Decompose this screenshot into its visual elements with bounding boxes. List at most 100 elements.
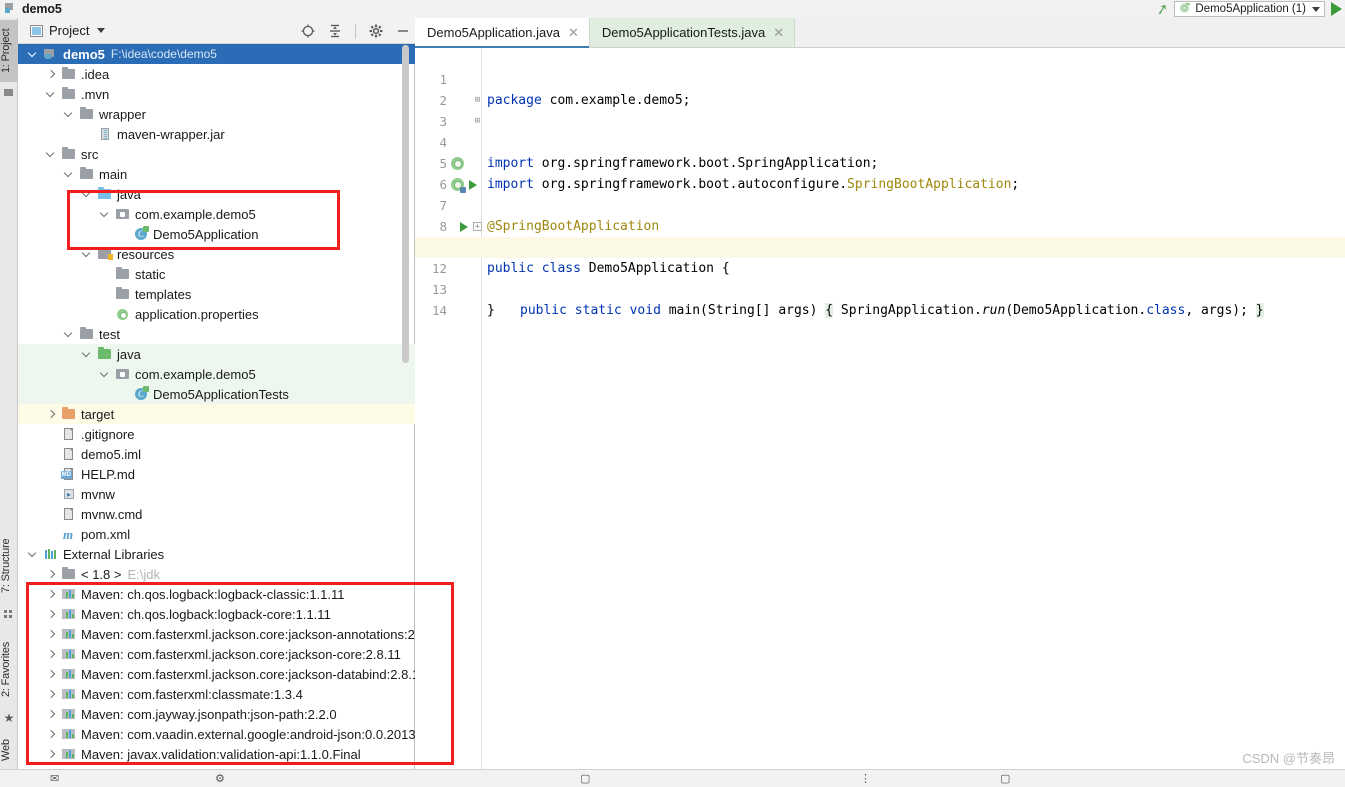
fold-minus-icon[interactable]: ⊞ (473, 96, 482, 105)
tree-row-label: wrapper (99, 106, 146, 122)
tree-row[interactable]: demo5 F:\idea\code\demo5 (18, 44, 415, 64)
code-text: public static void main(String[] args) {… (520, 303, 1264, 318)
chevron-down-icon[interactable] (28, 549, 39, 560)
spring-bean-icon[interactable] (451, 157, 464, 170)
tree-row-label: Maven: javax.validation:validation-api:1… (81, 746, 361, 762)
tree-row[interactable]: Maven: com.fasterxml.jackson.core:jackso… (18, 664, 415, 684)
tree-row[interactable]: demo5.iml (18, 444, 415, 464)
tree-row[interactable]: .gitignore (18, 424, 415, 444)
chevron-right-icon[interactable] (46, 69, 57, 80)
tree-row[interactable]: com.example.demo5 (18, 204, 415, 224)
tree-row[interactable]: < 1.8 > E:\jdk (18, 564, 415, 584)
settings-gear-icon[interactable] (368, 23, 384, 39)
spring-boot-gutter-icon[interactable] (451, 178, 466, 193)
editor-tab-strip: Demo5Application.java ✕ Demo5Application… (415, 18, 1345, 48)
spring-boot-icon (1178, 1, 1191, 17)
project-tree-scrollbar[interactable] (402, 45, 409, 363)
sidebar-item-structure[interactable]: 7: Structure (0, 528, 18, 604)
sidebar-item-favorites[interactable]: 2: Favorites (0, 630, 18, 708)
chevron-down-icon[interactable] (28, 49, 39, 60)
tree-row[interactable]: MD HELP.md (18, 464, 415, 484)
chevron-down-icon[interactable] (100, 369, 111, 380)
chevron-right-icon[interactable] (46, 589, 57, 600)
chevron-down-icon[interactable] (46, 149, 57, 160)
run-configuration-selector[interactable]: Demo5Application (1) (1174, 1, 1325, 17)
spring-properties-icon (115, 306, 131, 322)
sidebar-item-web[interactable]: Web (0, 732, 18, 768)
tree-row[interactable]: Maven: javax.validation:validation-api:1… (18, 744, 415, 764)
tree-row[interactable]: main (18, 164, 415, 184)
tree-row-label: Maven: ch.qos.logback:logback-core:1.1.1… (81, 606, 331, 622)
tree-row[interactable]: Maven: com.fasterxml.jackson.core:jackso… (18, 624, 415, 644)
tree-row[interactable]: application.properties (18, 304, 415, 324)
tree-row[interactable]: .mvn (18, 84, 415, 104)
tab-demo5applicationtests-java[interactable]: Demo5ApplicationTests.java ✕ (589, 18, 796, 47)
collapse-all-icon[interactable] (327, 23, 343, 39)
chevron-down-icon[interactable] (97, 28, 106, 33)
tree-row[interactable]: resources (18, 244, 415, 264)
chevron-right-icon[interactable] (46, 409, 57, 420)
tree-row[interactable]: mvnw.cmd (18, 504, 415, 524)
tree-row[interactable]: Maven: com.fasterxml.jackson.core:jackso… (18, 644, 415, 664)
chevron-down-icon[interactable] (82, 249, 93, 260)
fold-plus-icon[interactable]: + (473, 222, 482, 232)
tree-row[interactable]: .idea (18, 64, 415, 84)
chevron-right-icon[interactable] (46, 669, 57, 680)
close-icon[interactable]: ✕ (773, 25, 784, 41)
tree-row[interactable]: static (18, 264, 415, 284)
chevron-down-icon[interactable] (82, 349, 93, 360)
chevron-right-icon[interactable] (46, 749, 57, 760)
code-line: 7 public class Demo5Application { (415, 174, 1345, 276)
tree-row-label: .mvn (81, 86, 110, 102)
tree-row-jdk-path: E:\jdk (127, 566, 160, 582)
chevron-right-icon[interactable] (46, 729, 57, 740)
maven-library-icon (61, 726, 77, 742)
chevron-right-icon[interactable] (46, 629, 57, 640)
fold-minus-icon[interactable]: ⊞ (473, 117, 482, 126)
project-tree[interactable]: demo5 F:\idea\code\demo5 .idea .mvn wrapper m… (18, 44, 415, 769)
chevron-right-icon[interactable] (46, 609, 57, 620)
tree-row[interactable]: Maven: com.fasterxml:classmate:1.3.4 (18, 684, 415, 704)
run-play-icon[interactable] (1331, 2, 1342, 16)
tree-row[interactable]: C Demo5ApplicationTests (18, 384, 415, 404)
tree-row[interactable]: java (18, 344, 415, 364)
tree-row[interactable]: test (18, 324, 415, 344)
code-editor[interactable]: 1 package com.example.demo5; 2 3 ⊞ impor… (415, 48, 1345, 769)
tree-row[interactable]: ▸ mvnw (18, 484, 415, 504)
tree-row[interactable]: Maven: com.vaadin.external.google:androi… (18, 724, 415, 744)
tree-row[interactable]: Maven: com.jayway.jsonpath:json-path:2.2… (18, 704, 415, 724)
tree-row[interactable]: m pom.xml (18, 524, 415, 544)
tree-row[interactable]: target (18, 404, 415, 424)
run-icon[interactable] (469, 180, 477, 190)
tree-row[interactable]: com.example.demo5 (18, 364, 415, 384)
tree-row[interactable]: templates (18, 284, 415, 304)
tree-row[interactable]: C Demo5Application (18, 224, 415, 244)
hide-panel-icon[interactable] (395, 23, 411, 39)
tree-row[interactable]: External Libraries (18, 544, 415, 564)
close-icon[interactable]: ✕ (568, 25, 579, 41)
chevron-down-icon[interactable] (64, 169, 75, 180)
tree-row[interactable]: maven-wrapper.jar (18, 124, 415, 144)
tab-demo5application-java[interactable]: Demo5Application.java ✕ (415, 18, 590, 48)
chevron-right-icon[interactable] (46, 709, 57, 720)
tree-row[interactable]: java (18, 184, 415, 204)
chevron-down-icon[interactable] (100, 209, 111, 220)
chevron-down-icon[interactable] (64, 329, 75, 340)
sidebar-item-project[interactable]: 1: Project (0, 20, 18, 82)
green-chevron-icon[interactable]: ➚ (1154, 0, 1170, 19)
chevron-right-icon[interactable] (46, 649, 57, 660)
folder-icon (79, 106, 95, 122)
chevron-right-icon[interactable] (46, 569, 57, 580)
chevron-down-icon[interactable] (64, 109, 75, 120)
scroll-from-source-icon[interactable] (300, 23, 316, 39)
chevron-down-icon[interactable] (1312, 6, 1320, 12)
folder-icon (79, 326, 95, 342)
chevron-right-icon[interactable] (46, 689, 57, 700)
tree-row[interactable]: src (18, 144, 415, 164)
tree-row[interactable]: Maven: ch.qos.logback:logback-core:1.1.1… (18, 604, 415, 624)
tree-row[interactable]: wrapper (18, 104, 415, 124)
chevron-down-icon[interactable] (82, 189, 93, 200)
chevron-down-icon[interactable] (46, 89, 57, 100)
run-icon[interactable] (460, 222, 468, 232)
tree-row[interactable]: Maven: ch.qos.logback:logback-classic:1.… (18, 584, 415, 604)
